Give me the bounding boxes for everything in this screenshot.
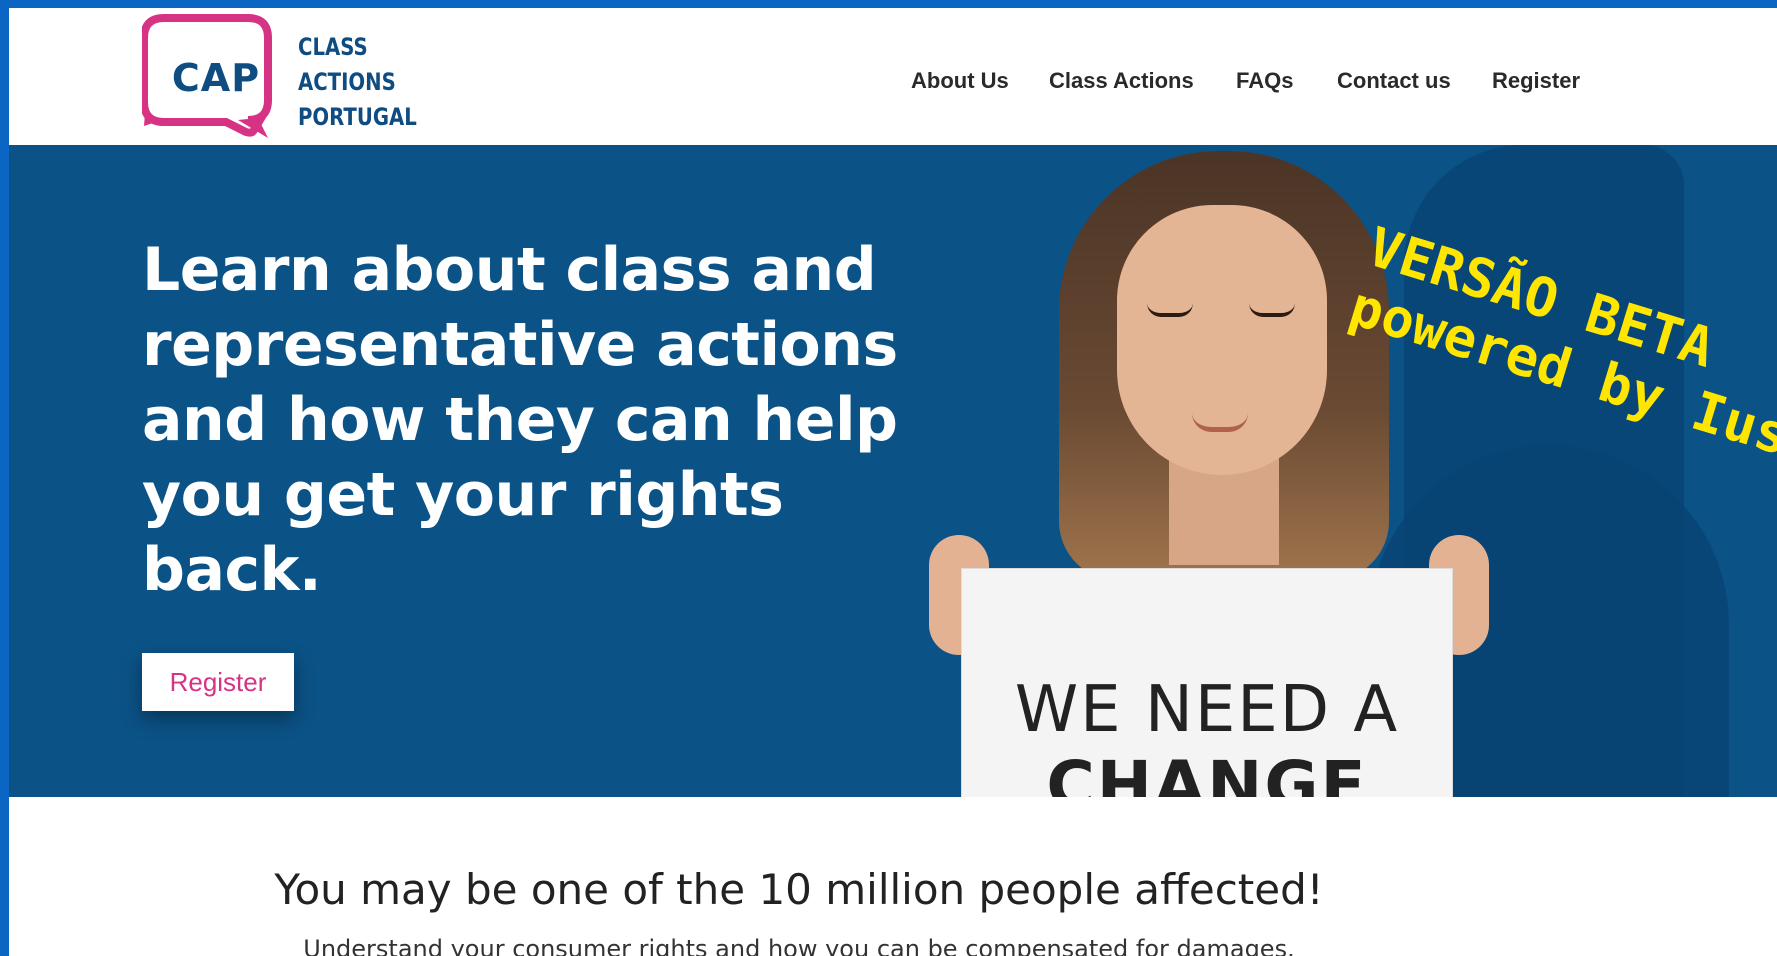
person-right-eye xyxy=(1249,303,1295,317)
affected-section: You may be one of the 10 million people … xyxy=(9,797,1777,956)
nav-class-actions[interactable]: Class Actions xyxy=(1049,68,1194,94)
logo-line-portugal: PORTUGAL xyxy=(298,103,417,131)
main-nav: About Us Class Actions FAQs Contact us R… xyxy=(9,68,1777,98)
nav-contact-us[interactable]: Contact us xyxy=(1337,68,1451,94)
section-subtitle: Understand your consumer rights and how … xyxy=(303,935,1295,956)
person-face xyxy=(1117,205,1327,475)
nav-about-us[interactable]: About Us xyxy=(911,68,1009,94)
nav-register[interactable]: Register xyxy=(1492,68,1580,94)
hero-register-button[interactable]: Register xyxy=(142,653,294,711)
hero-headline: Learn about class and representative act… xyxy=(142,235,898,605)
site-header: CAP CLASS ACTIONS PORTUGAL About Us Clas… xyxy=(9,8,1777,145)
page-frame: CAP CLASS ACTIONS PORTUGAL About Us Clas… xyxy=(9,8,1777,956)
nav-faqs[interactable]: FAQs xyxy=(1236,68,1293,94)
hero-banner: Learn about class and representative act… xyxy=(9,145,1777,797)
sign-text-line2: CHANGE xyxy=(1046,747,1368,797)
section-title: You may be one of the 10 million people … xyxy=(274,865,1324,914)
sign-text-line1: WE NEED A xyxy=(1014,673,1400,747)
logo-line-class: CLASS xyxy=(298,33,368,61)
protest-sign: WE NEED A CHANGE xyxy=(962,569,1452,797)
person-left-eye xyxy=(1147,303,1193,317)
